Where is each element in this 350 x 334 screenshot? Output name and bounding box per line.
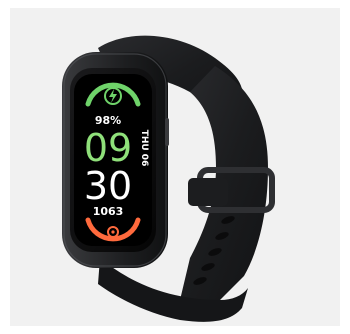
step-count: 1063: [93, 205, 124, 218]
fitness-band-illustration: 98% 09 30 THU 06 1063: [62, 35, 275, 322]
minute-display: 30: [84, 164, 132, 208]
side-button: [165, 118, 169, 146]
image-frame: 98% 09 30 THU 06 1063: [0, 0, 350, 334]
product-photo: 98% 09 30 THU 06 1063: [10, 8, 340, 326]
date-display: THU 06: [139, 130, 149, 167]
